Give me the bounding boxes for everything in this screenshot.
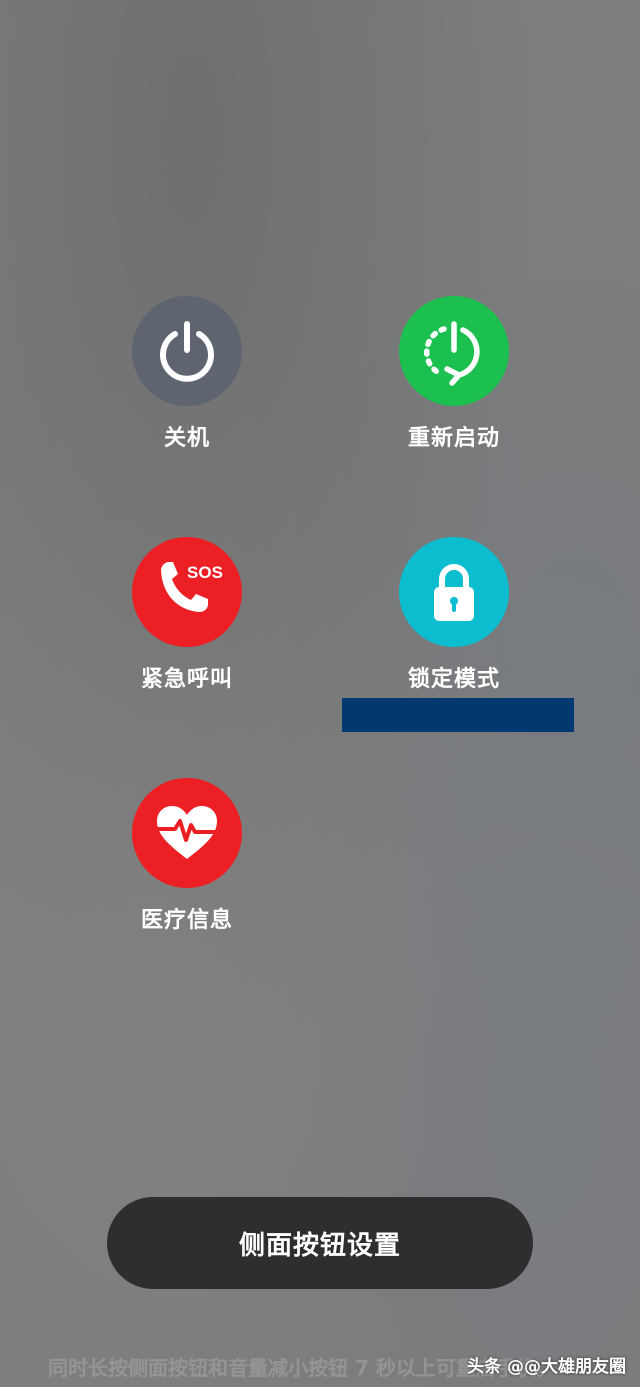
sos-phone-icon: SOS: [161, 562, 223, 612]
power-icon: [160, 321, 214, 382]
medical-id-label: 医疗信息: [140, 908, 233, 933]
restart-action[interactable]: 重新启动: [354, 296, 554, 456]
watermark: 头条 @@大雄朋友圈: [467, 1357, 626, 1377]
lockdown-mode-label: 锁定模式: [407, 667, 500, 692]
redaction-bar: [342, 698, 574, 732]
restart-label: 重新启动: [407, 426, 500, 451]
power-off-label: 关机: [163, 426, 210, 451]
emergency-sos-label: 紧急呼叫: [140, 667, 233, 692]
lockdown-mode-action[interactable]: 锁定模式: [354, 537, 554, 697]
medical-id-button[interactable]: [132, 778, 242, 888]
restart-button[interactable]: [399, 296, 509, 406]
padlock-icon: [434, 564, 474, 621]
restart-icon: [423, 321, 480, 386]
medical-id-action[interactable]: 医疗信息: [87, 778, 287, 938]
emergency-sos-action[interactable]: SOS 紧急呼叫: [87, 537, 287, 697]
side-button-settings-button[interactable]: 侧面按钮设置: [107, 1197, 533, 1289]
power-off-button[interactable]: [132, 296, 242, 406]
emergency-sos-button[interactable]: SOS: [132, 537, 242, 647]
sos-badge: SOS: [187, 563, 223, 582]
power-off-action[interactable]: 关机: [87, 296, 287, 456]
lockdown-mode-button[interactable]: [399, 537, 509, 647]
heart-pulse-icon: [157, 806, 217, 859]
